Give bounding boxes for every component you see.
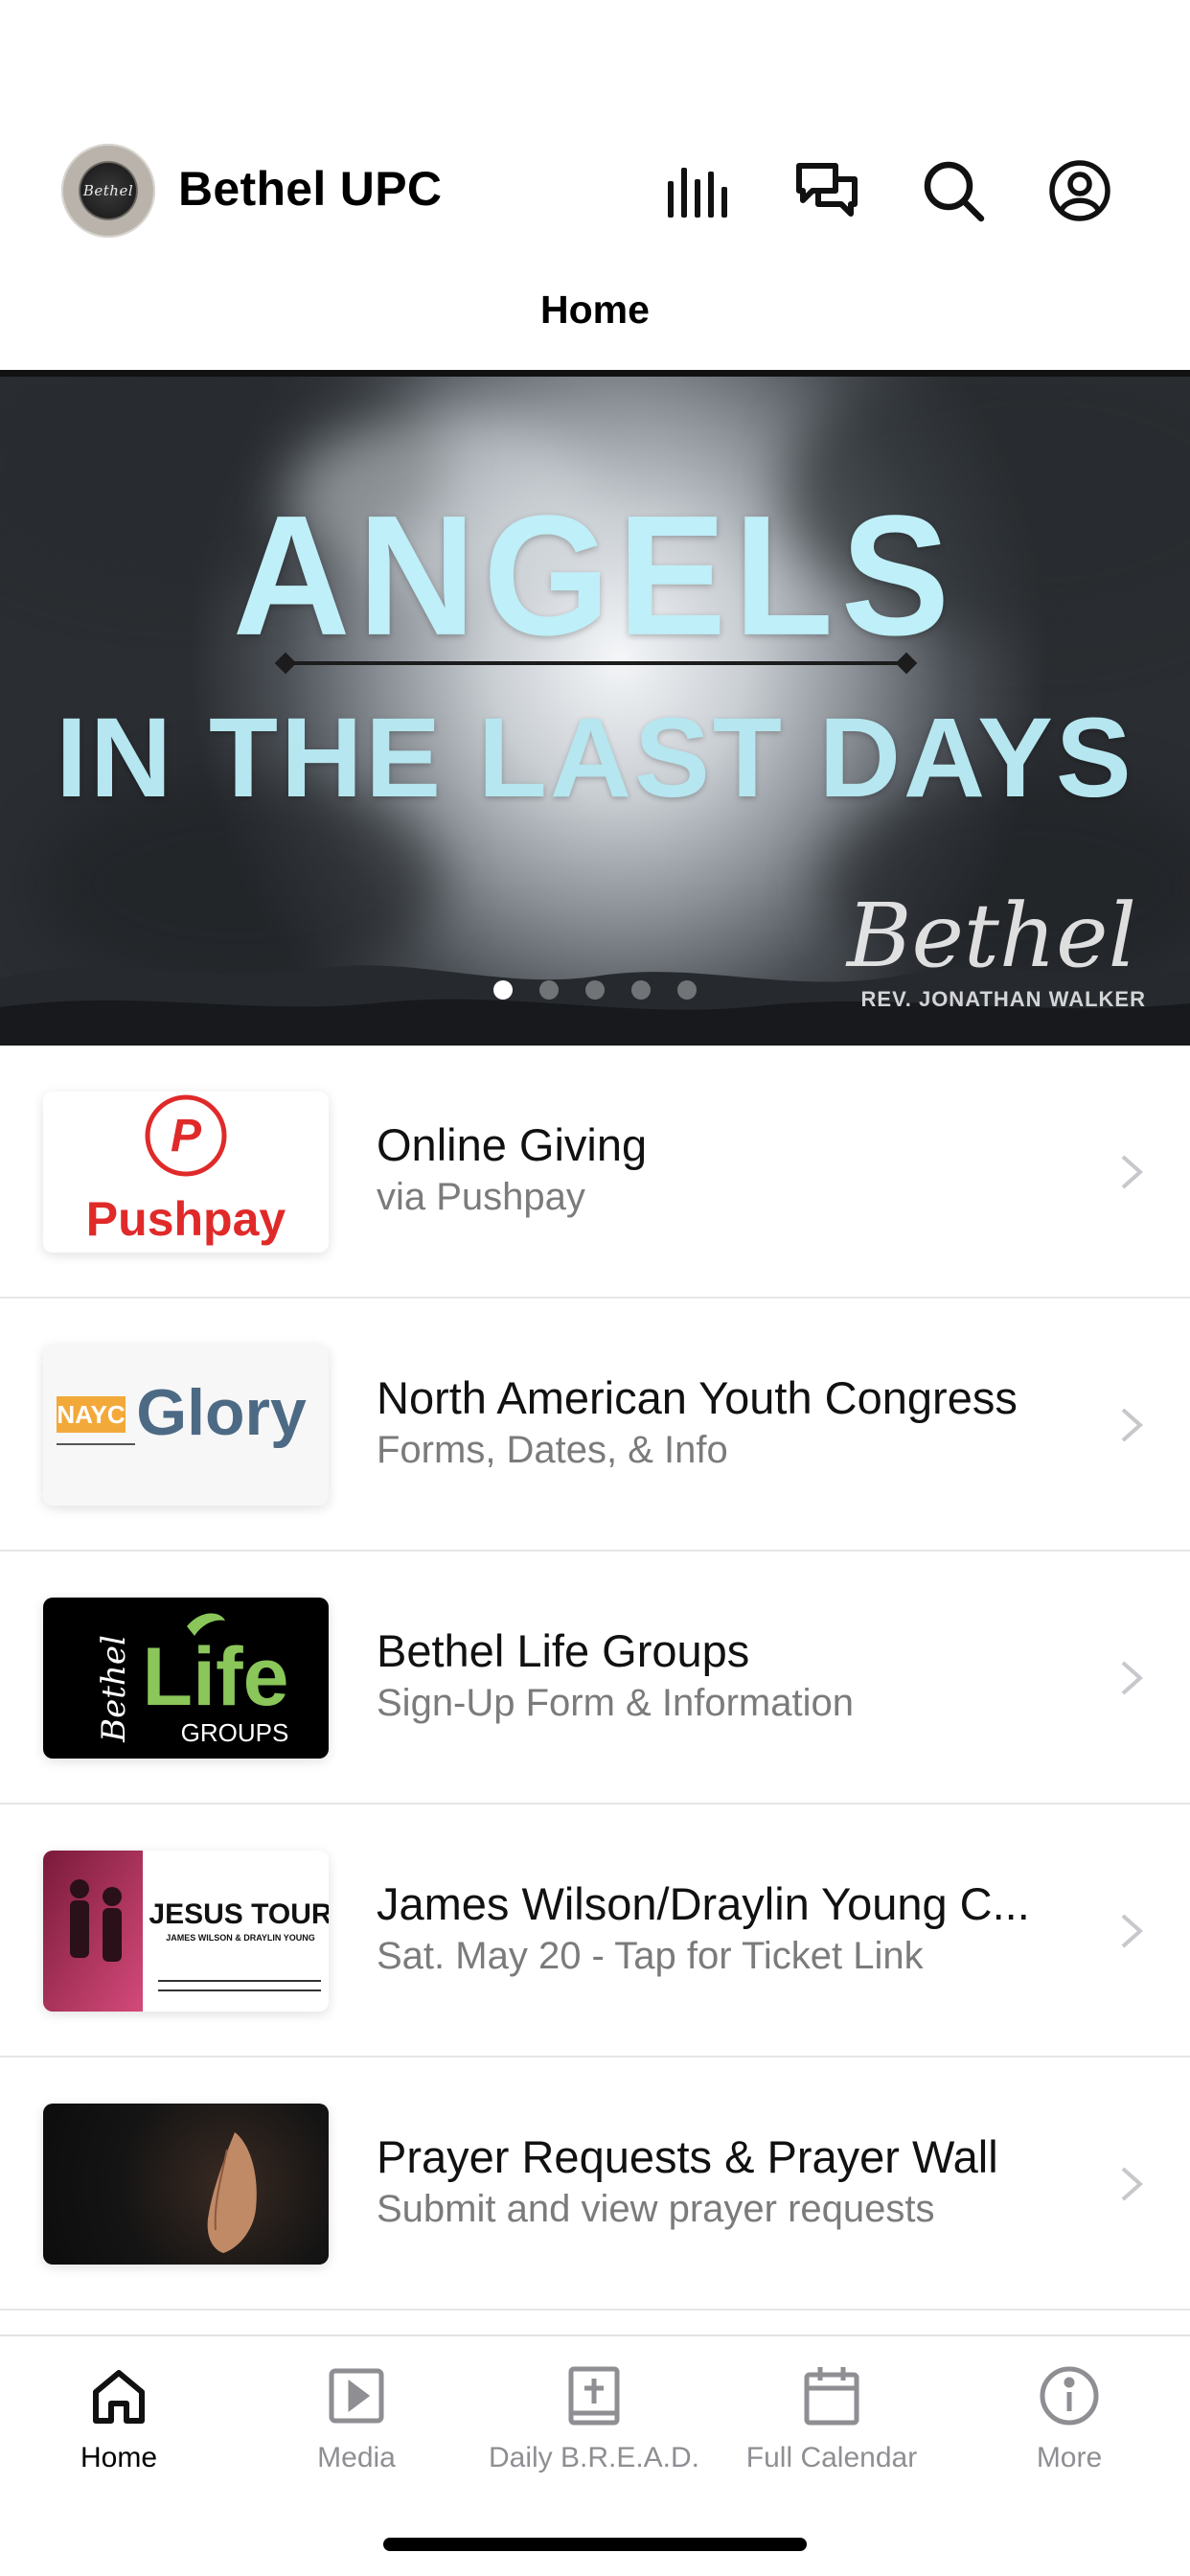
info-icon (950, 2363, 1188, 2428)
chevron-right-icon (1121, 2167, 1144, 2201)
chevron-right-icon (1121, 1914, 1144, 1948)
tab-home[interactable]: Home (0, 288, 1190, 333)
tab-label: Home (80, 2442, 158, 2473)
tab-label: More (1036, 2442, 1103, 2473)
svg-text:Bethel: Bethel (95, 1635, 133, 1743)
play-square-icon (238, 2363, 475, 2428)
tab-media[interactable]: Media (238, 2363, 475, 2474)
carousel-dot[interactable] (677, 980, 697, 1000)
tab-daily-bread[interactable]: Daily B.R.E.A.D. (475, 2363, 713, 2474)
tab-label: Full Calendar (745, 2442, 918, 2473)
tab-home-nav[interactable]: Home (0, 2363, 238, 2474)
hero-title-line2: IN THE LAST DAYS (56, 695, 1134, 821)
watermark-logo: Bethel (846, 885, 1136, 987)
list-item-title: Prayer Requests & Prayer Wall (377, 2131, 998, 2182)
prayer-thumbnail (43, 2104, 329, 2265)
carousel-dot[interactable] (493, 980, 513, 1000)
home-icon (0, 2363, 238, 2428)
pushpay-thumbnail: P Pushpay (43, 1092, 329, 1253)
chat-icon[interactable] (790, 153, 864, 228)
carousel-dot[interactable] (539, 980, 559, 1000)
tab-full-calendar[interactable]: Full Calendar (713, 2363, 950, 2474)
chevron-right-icon (1121, 1408, 1144, 1442)
bible-icon (475, 2363, 713, 2428)
svg-text:JESUS TOUR: JESUS TOUR (149, 1898, 329, 1930)
svg-text:Life: Life (143, 1631, 289, 1723)
jesus-tour-thumbnail: JESUS TOUR JAMES WILSON & DRAYLIN YOUNG (43, 1851, 329, 2012)
carousel-dots[interactable] (0, 980, 1190, 1000)
svg-text:P: P (171, 1111, 202, 1162)
profile-icon[interactable] (1042, 153, 1117, 228)
tab-more[interactable]: More (950, 2363, 1188, 2474)
list-item-subtitle: Sat. May 20 - Tap for Ticket Link (377, 1935, 924, 1977)
nayc-thumbnail: NAYC Glory (43, 1345, 329, 1506)
list-item-title: James Wilson/Draylin Young C... (377, 1878, 1030, 1929)
svg-text:GROUPS: GROUPS (181, 1718, 289, 1747)
calendar-icon (713, 2363, 950, 2428)
logo-text: Bethel (80, 163, 136, 218)
list-item-title: North American Youth Congress (377, 1372, 1018, 1423)
app-title: Bethel UPC (178, 162, 443, 216)
hero-divider (284, 661, 908, 665)
search-icon[interactable] (916, 153, 991, 228)
list-item-title: Bethel Life Groups (377, 1625, 750, 1676)
svg-text:Glory: Glory (136, 1376, 307, 1449)
praying-hands-icon (207, 2132, 257, 2253)
list-item-life-groups[interactable]: Bethel Life GROUPS Bethel Life Groups Si… (0, 1552, 1190, 1805)
list-item-prayer[interactable]: Prayer Requests & Prayer Wall Submit and… (0, 2058, 1190, 2311)
tab-label: Media (317, 2442, 396, 2473)
svg-text:JAMES WILSON & DRAYLIN YOUNG: JAMES WILSON & DRAYLIN YOUNG (166, 1933, 315, 1943)
carousel-dot[interactable] (585, 980, 605, 1000)
audio-bars-icon[interactable] (661, 153, 736, 228)
tab-label: Daily B.R.E.A.D. (488, 2442, 700, 2473)
svg-text:Pushpay: Pushpay (86, 1192, 286, 1246)
list-item-subtitle: Sign-Up Form & Information (377, 1682, 854, 1724)
chevron-right-icon (1121, 1661, 1144, 1695)
content-list: P Pushpay Online Giving via Pushpay NAYC… (0, 1046, 1190, 2311)
list-item-nayc[interactable]: NAYC Glory North American Youth Congress… (0, 1299, 1190, 1552)
app-header: Bethel Bethel UPC (0, 134, 1190, 249)
list-item-online-giving[interactable]: P Pushpay Online Giving via Pushpay (0, 1046, 1190, 1299)
svg-text:NAYC: NAYC (57, 1400, 126, 1429)
chevron-right-icon (1121, 1155, 1144, 1189)
home-indicator[interactable] (383, 2538, 807, 2551)
hero-title-line1: ANGELS (232, 480, 958, 672)
hero-banner[interactable]: ANGELS IN THE LAST DAYS Bethel REV. JONA… (0, 377, 1190, 1046)
list-item-subtitle: Forms, Dates, & Info (377, 1429, 728, 1471)
list-item-jesus-tour[interactable]: JESUS TOUR JAMES WILSON & DRAYLIN YOUNG … (0, 1805, 1190, 2058)
life-groups-thumbnail: Bethel Life GROUPS (43, 1598, 329, 1759)
tab-indicator (0, 370, 1190, 377)
list-item-title: Online Giving (377, 1119, 648, 1170)
church-logo[interactable]: Bethel (61, 144, 155, 238)
list-item-subtitle: via Pushpay (377, 1176, 585, 1218)
carousel-dot[interactable] (631, 980, 651, 1000)
list-item-subtitle: Submit and view prayer requests (377, 2188, 935, 2230)
